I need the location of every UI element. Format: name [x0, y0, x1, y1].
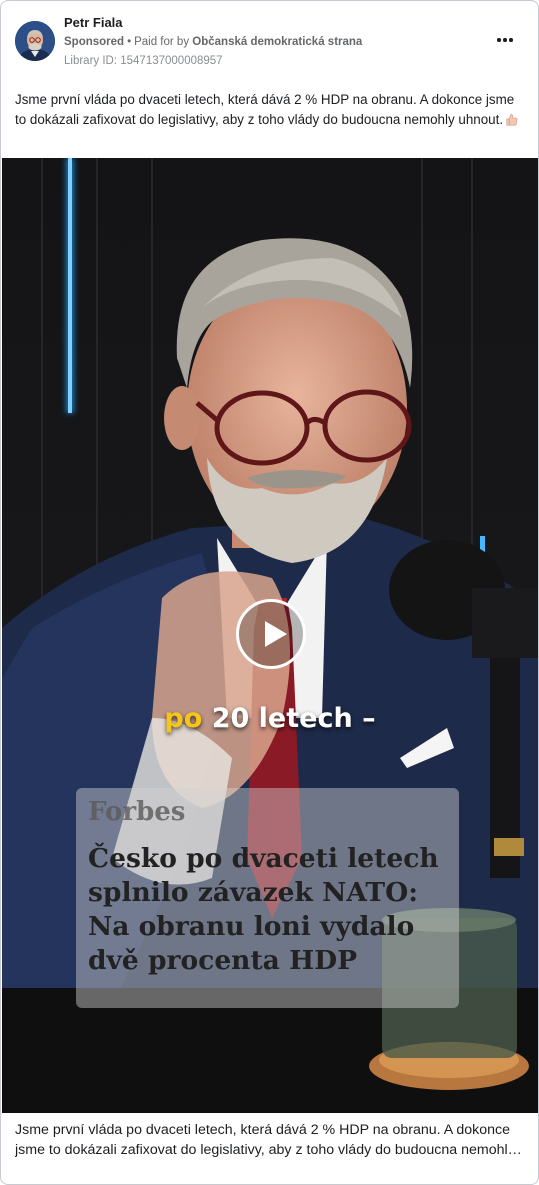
more-horizontal-icon[interactable] [494, 33, 516, 47]
ad-header: Petr Fiala Sponsored • Paid for by Občansk… [15, 15, 524, 75]
sponsor-line: Sponsored • Paid for by Občanská demokrati… [64, 34, 362, 50]
caption-text: 20 letech – [202, 703, 376, 734]
ad-footer-text: Jsme první vláda po dvaceti letech, kter… [15, 1122, 515, 1158]
avatar[interactable] [15, 21, 55, 61]
ad-meta: Petr Fiala Sponsored • Paid for by Občansk… [64, 15, 362, 69]
overlay-headline: Česko po dvaceti letech splnilo závazek … [88, 843, 439, 976]
library-id: Library ID: 1547137000008957 [64, 55, 223, 67]
thumbs-up-emoji-icon [506, 113, 518, 125]
page-name[interactable]: Petr Fiala [64, 15, 362, 31]
ad-body-copy: Jsme první vláda po dvaceti letech, kter… [15, 92, 515, 127]
video-player[interactable]: po 20 letech – Forbes Česko po dvaceti l… [2, 158, 538, 1113]
forbes-headline-overlay: Forbes Česko po dvaceti letech splnilo z… [76, 788, 459, 1008]
play-icon[interactable] [236, 599, 306, 669]
ad-body-text: Jsme první vláda po dvaceti letech, kter… [15, 90, 525, 129]
caption-highlight: po [164, 703, 203, 734]
forbes-logo: Forbes [88, 797, 186, 827]
ad-card: Petr Fiala Sponsored • Paid for by Občansk… [0, 0, 539, 1185]
separator-dot: • [127, 36, 132, 48]
paid-for-prefix: Paid for by [134, 36, 190, 48]
payer-name[interactable]: Občanská demokratická strana [192, 36, 362, 48]
video-caption: po 20 letech – [2, 703, 538, 734]
sponsored-label: Sponsored [64, 36, 125, 48]
